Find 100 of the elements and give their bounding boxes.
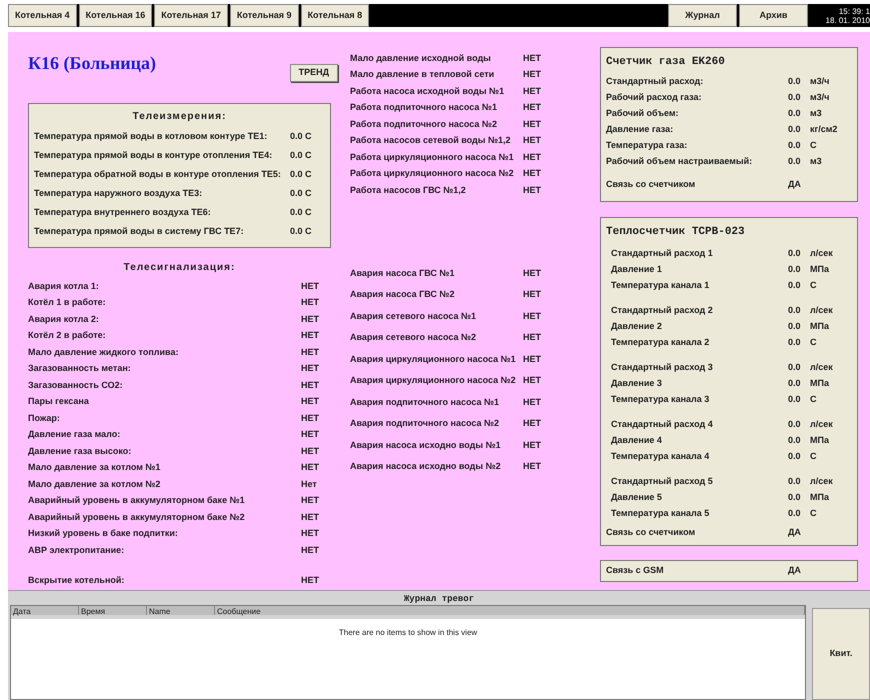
reading-label: Стандартный расход 4 bbox=[611, 418, 714, 432]
link-value: ДА bbox=[788, 526, 802, 540]
signal-label: Температура прямой воды в систему ГВС ТЕ7: bbox=[34, 224, 245, 238]
signal-label: Работа циркуляционного насоса №1 bbox=[350, 150, 515, 164]
signal-value: НЕТ bbox=[523, 150, 542, 164]
unit-label: л/сек bbox=[810, 304, 834, 318]
reading-value: 0.0 bbox=[788, 507, 802, 520]
signal-value: НЕТ bbox=[301, 329, 320, 342]
empty-message: There are no items to show in this view bbox=[338, 628, 478, 637]
signal-value: НЕТ bbox=[301, 510, 320, 524]
signal-value: 0.0 С bbox=[290, 148, 313, 162]
trend-button[interactable]: ТРЕНД bbox=[290, 64, 338, 82]
signal-value: НЕТ bbox=[301, 527, 320, 540]
signal-value: НЕТ bbox=[523, 396, 542, 408]
unit-label: кг/см2 bbox=[810, 122, 838, 136]
signal-label: Авария котла 1: bbox=[28, 280, 100, 293]
unit-label: л/сек bbox=[810, 247, 834, 260]
tab[interactable]: Котельная 9 bbox=[230, 4, 299, 27]
signal-label: Авария подпиточного насоса №1 bbox=[350, 396, 500, 409]
acknowledge-button[interactable]: Квит. bbox=[812, 608, 870, 700]
link-label: Связь со счетчиком bbox=[606, 178, 696, 191]
signal-label: Авария циркуляционного насоса №1 bbox=[350, 352, 517, 366]
signal-value: НЕТ bbox=[523, 101, 542, 114]
reading-label: Рабочий объем: bbox=[606, 106, 680, 120]
unit-label: м3 bbox=[810, 106, 823, 120]
signal-value: НЕТ bbox=[301, 574, 320, 587]
reading-label: Рабочий объем настраиваемый: bbox=[606, 154, 754, 168]
signal-label: Авария сетевого насоса №1 bbox=[350, 310, 478, 323]
signal-value: НЕТ bbox=[523, 331, 542, 344]
signal-label: Авария циркуляционного насоса №2 bbox=[350, 374, 517, 387]
signal-label: Мало давление за котлом №1 bbox=[28, 461, 162, 474]
signal-value: НЕТ bbox=[301, 412, 320, 424]
signal-label: Авария насоса ГВС №2 bbox=[350, 288, 456, 301]
reading-value: 0.0 bbox=[788, 279, 802, 292]
signal-label: Мало давление исходной воды bbox=[350, 52, 492, 65]
signal-label: Вскрытие котельной: bbox=[28, 574, 126, 587]
signal-label: Работа подпиточного насоса №2 bbox=[350, 118, 498, 131]
reading-label: Давление 2 bbox=[611, 320, 663, 334]
signal-value: НЕТ bbox=[301, 378, 320, 392]
reading-value: 0.0 bbox=[788, 304, 802, 318]
signal-value: НЕТ bbox=[523, 438, 542, 452]
reading-value: 0.0 bbox=[788, 434, 802, 448]
reading-value: 0.0 bbox=[788, 247, 802, 260]
signal-value: НЕТ bbox=[301, 346, 320, 358]
signal-value: НЕТ bbox=[523, 52, 542, 64]
reading-label: Стандартный расход 2 bbox=[611, 304, 714, 318]
signal-label: Загазованность СО2: bbox=[28, 378, 124, 392]
reading-value: 0.0 bbox=[788, 320, 802, 334]
section-title: Телесигнализация: bbox=[124, 262, 236, 273]
column-header: Время bbox=[79, 606, 147, 615]
signal-label: Котёл 1 в работе: bbox=[28, 296, 107, 309]
signal-label: Пожар: bbox=[28, 412, 61, 425]
reading-value: 0.0 bbox=[788, 263, 802, 276]
signal-value: НЕТ bbox=[301, 428, 320, 441]
toolbar-button[interactable]: Архив bbox=[739, 4, 808, 27]
reading-value: 0.0 bbox=[788, 450, 802, 464]
toolbar-button[interactable]: Журнал bbox=[668, 4, 737, 27]
reading-label: Рабочий расход газа: bbox=[606, 90, 702, 104]
unit-label: м3/ч bbox=[810, 90, 830, 104]
signal-value: 0.0 С bbox=[290, 130, 313, 143]
signal-value: Нет bbox=[301, 478, 318, 490]
signal-value: НЕТ bbox=[523, 352, 542, 366]
signal-label: Работа насосов сетевой воды №1,2 bbox=[350, 134, 512, 147]
signal-value: НЕТ bbox=[523, 134, 542, 147]
unit-label: МПа bbox=[810, 377, 830, 390]
panel-title: Телеизмерения: bbox=[132, 111, 226, 122]
tab[interactable]: Котельная 17 bbox=[154, 4, 228, 27]
reading-label: Температура газа: bbox=[606, 138, 688, 152]
reading-label: Стандартный расход 1 bbox=[611, 247, 714, 260]
signal-value: НЕТ bbox=[301, 461, 320, 474]
reading-value: 0.0 bbox=[788, 377, 802, 390]
reading-value: 0.0 bbox=[788, 90, 802, 104]
unit-label: м3/ч bbox=[810, 74, 830, 88]
clock-time: 15: 39: 1 bbox=[838, 6, 870, 16]
signal-value: НЕТ bbox=[301, 395, 320, 408]
signal-value: НЕТ bbox=[523, 266, 542, 280]
tab[interactable]: Котельная 16 bbox=[78, 4, 152, 27]
reading-label: Стандартный расход 3 bbox=[611, 361, 714, 374]
tab[interactable]: Котельная 4 bbox=[8, 4, 77, 27]
signal-label: Работа насоса исходной воды №1 bbox=[350, 84, 506, 98]
tab[interactable]: Котельная 8 bbox=[300, 4, 370, 27]
link-label: Связь с GSM bbox=[606, 564, 665, 578]
signal-label: Температура внутреннего воздуха ТЕ6: bbox=[34, 206, 212, 219]
log-title: Журнал тревог bbox=[404, 594, 474, 604]
column-header: Дата bbox=[11, 606, 79, 615]
signal-label: Авария сетевого насоса №2 bbox=[350, 331, 478, 344]
column-header: Name bbox=[147, 606, 215, 615]
reading-value: 0.0 bbox=[788, 336, 802, 350]
signal-value: НЕТ bbox=[523, 167, 542, 180]
reading-label: Давление 4 bbox=[611, 434, 663, 448]
unit-label: МПа bbox=[810, 434, 830, 448]
signal-value: 0.0 С bbox=[290, 206, 313, 219]
reading-label: Стандартный расход 5 bbox=[611, 475, 714, 488]
signal-label: Котёл 2 в работе: bbox=[28, 329, 107, 342]
signal-label: Авария насоса ГВС №1 bbox=[350, 266, 456, 280]
reading-value: 0.0 bbox=[788, 361, 802, 374]
signal-label: Пары гексана bbox=[28, 395, 90, 408]
reading-label: Температура канала 5 bbox=[611, 507, 710, 520]
signal-label: Аварийный уровень в аккумуляторном баке №2 bbox=[28, 510, 246, 524]
unit-label: м3 bbox=[810, 154, 823, 168]
